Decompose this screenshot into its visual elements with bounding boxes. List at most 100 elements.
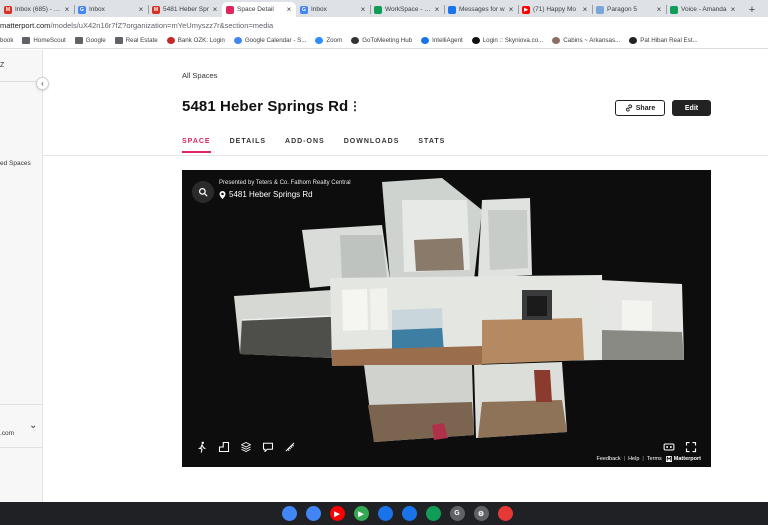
docs-icon[interactable] (305, 506, 321, 521)
youtube-app-icon[interactable]: ▶ (329, 506, 345, 521)
chrome-icon[interactable] (281, 506, 297, 521)
tab-space[interactable]: SPACE (182, 138, 211, 153)
browser-tab-label: WorkSpace - Go (385, 6, 431, 13)
play-store-icon[interactable]: ▶ (353, 506, 369, 521)
folder-icon (114, 37, 123, 44)
tab-downloads[interactable]: DOWNLOADS (344, 138, 400, 145)
tab-stats[interactable]: STATS (418, 138, 445, 145)
bookmark-label: HomeScout (33, 37, 66, 44)
screen-app-icon[interactable] (497, 506, 513, 521)
browser-tab[interactable]: ▶ (71) Happy Mo × (518, 2, 592, 17)
matterport-logo-icon (665, 456, 672, 462)
account-email: .com (0, 430, 15, 437)
sidebar-collapse-button[interactable]: ‹ (36, 77, 49, 90)
browser-tab-strip: M Inbox (685) - the × G Inbox × M 5481 Heber Sp… (0, 0, 768, 17)
browser-tab-label: Voice - Amanda (681, 6, 727, 13)
tab-details[interactable]: DETAILS (230, 138, 266, 145)
gmail-icon: M (152, 5, 160, 14)
bookmark-item[interactable]: IntelliAgent (421, 37, 463, 44)
browser-tab[interactable]: Voice - Amanda × (666, 2, 740, 17)
bookmark-label: IntelliAgent (432, 37, 463, 44)
files-icon[interactable] (401, 506, 417, 521)
search-icon (198, 187, 208, 197)
youtube-icon: ▶ (522, 5, 530, 14)
bookmark-item[interactable]: Cabins ~ Arkansas... (552, 37, 620, 44)
viewer-footer: Feedback | Help | Terms Matterport (596, 456, 701, 462)
browser-tab[interactable]: Space Detail × (222, 2, 296, 17)
tabs-divider (43, 155, 768, 156)
cloud-icon (596, 5, 604, 14)
help-link[interactable]: Help (628, 456, 639, 462)
vr-icon[interactable] (663, 441, 675, 453)
bookmark-item[interactable]: Pat Hiban Real Est... (629, 37, 698, 44)
close-tab-icon[interactable]: × (211, 5, 219, 14)
sheets-app-icon[interactable] (425, 506, 441, 521)
settings-app-icon[interactable]: ⚙ (473, 506, 489, 521)
bookmark-item[interactable]: book (0, 37, 13, 44)
sidebar-divider (0, 404, 43, 405)
browser-tab[interactable]: Paragon 5 × (592, 2, 666, 17)
bookmark-item[interactable]: Real Estate (114, 37, 158, 44)
matterport-brand: Matterport (673, 456, 701, 462)
space-section-tabs: SPACE DETAILS ADD-ONS DOWNLOADS STATS (182, 138, 464, 153)
folder-icon (74, 37, 83, 44)
sidebar-item-shared-spaces[interactable]: ed Spaces (0, 160, 31, 167)
bookmark-item[interactable]: Google (74, 37, 106, 44)
feedback-link[interactable]: Feedback (596, 456, 620, 462)
walk-mode-icon[interactable] (196, 441, 208, 453)
close-tab-icon[interactable]: × (581, 5, 589, 14)
bookmark-label: Pat Hiban Real Est... (640, 37, 698, 44)
browser-tab-label: Inbox (685) - the (15, 6, 61, 13)
viewer-search-button[interactable] (192, 181, 214, 203)
dollhouse-model[interactable] (182, 170, 711, 467)
close-tab-icon[interactable]: × (729, 5, 737, 14)
matterport-viewer[interactable]: Presented by Teters & Co. Fathom Realty … (182, 170, 711, 467)
floors-icon[interactable] (240, 441, 252, 453)
bookmark-label: Bank OZK: Login (177, 37, 225, 44)
close-tab-icon[interactable]: × (655, 5, 663, 14)
breadcrumb[interactable]: All Spaces (182, 71, 217, 80)
g-app-icon[interactable]: G (449, 506, 465, 521)
browser-tab[interactable]: Messages for w × (444, 2, 518, 17)
browser-tab-label: Inbox (311, 6, 327, 13)
close-tab-icon[interactable]: × (137, 5, 145, 14)
more-options-icon[interactable]: ⋮ (349, 100, 361, 112)
floorplan-icon[interactable] (218, 441, 230, 453)
browser-tab-label: Inbox (89, 6, 105, 13)
browser-tab-label: (71) Happy Mo (533, 6, 576, 13)
messages-app-icon[interactable] (377, 506, 393, 521)
browser-tab[interactable]: G Inbox × (296, 2, 370, 17)
account-expand-icon[interactable]: ⌄ (29, 420, 37, 431)
browser-tab[interactable]: WorkSpace - Go × (370, 2, 444, 17)
browser-tab[interactable]: G Inbox × (74, 2, 148, 17)
browser-tab[interactable]: M 5481 Heber Spr × (148, 2, 222, 17)
calendar-icon (233, 37, 242, 44)
bookmark-item[interactable]: Zoom (315, 37, 342, 44)
share-button[interactable]: Share (615, 100, 665, 116)
bookmark-label: Cabins ~ Arkansas... (563, 37, 621, 44)
bookmark-item[interactable]: HomeScout (22, 37, 66, 44)
terms-link[interactable]: Terms (647, 456, 662, 462)
browser-tab[interactable]: M Inbox (685) - the × (0, 2, 74, 17)
bookmark-item[interactable]: Bank OZK: Login (166, 37, 225, 44)
close-tab-icon[interactable]: × (507, 5, 515, 14)
measure-icon[interactable] (284, 441, 296, 453)
viewer-presented-by: Presented by Teters & Co. Fathom Realty … (219, 180, 351, 186)
edit-button[interactable]: Edit (672, 100, 711, 116)
fullscreen-icon[interactable] (685, 441, 697, 453)
close-tab-icon[interactable]: × (285, 5, 293, 14)
new-tab-button[interactable]: + (744, 2, 760, 17)
bookmark-item[interactable]: GoToMeeting Hub (351, 37, 412, 44)
bookmark-item[interactable]: Google Calendar - S... (233, 37, 306, 44)
tab-add-ons[interactable]: ADD-ONS (285, 138, 325, 145)
address-bar[interactable]: matterport.com/models/uX42n16r7fZ?organi… (0, 17, 768, 33)
mattertag-icon[interactable] (262, 441, 274, 453)
bookmarks-bar: book HomeScout Google Real Estate Bank OZK: … (0, 33, 768, 49)
bookmark-item[interactable]: Login :: Skyniova.co... (471, 37, 543, 44)
bookmark-label: Google (85, 37, 106, 44)
close-tab-icon[interactable]: × (63, 5, 71, 14)
link-icon (625, 104, 632, 112)
close-tab-icon[interactable]: × (359, 5, 367, 14)
close-tab-icon[interactable]: × (433, 5, 441, 14)
sidebar: Z ed Spaces .com ⌄ (0, 50, 43, 502)
